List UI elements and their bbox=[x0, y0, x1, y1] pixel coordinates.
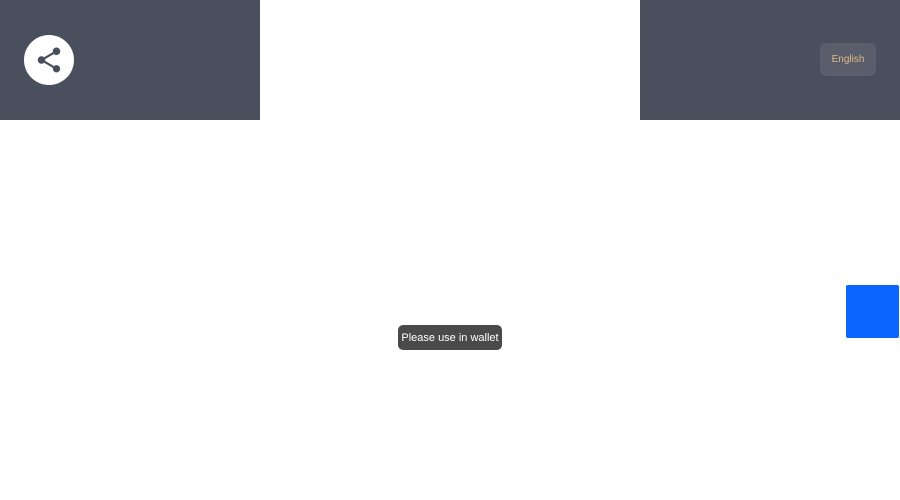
language-button[interactable]: English bbox=[820, 43, 876, 76]
header-right-panel: English bbox=[640, 0, 900, 120]
wallet-toast: Please use in wallet bbox=[398, 325, 502, 350]
page: English Please use in wallet bbox=[0, 0, 900, 500]
share-button[interactable] bbox=[24, 35, 74, 85]
floating-action-button[interactable] bbox=[846, 285, 899, 338]
toast-message: Please use in wallet bbox=[401, 331, 499, 344]
language-label: English bbox=[831, 54, 865, 65]
share-icon bbox=[34, 45, 64, 75]
header-left-panel bbox=[0, 0, 260, 120]
